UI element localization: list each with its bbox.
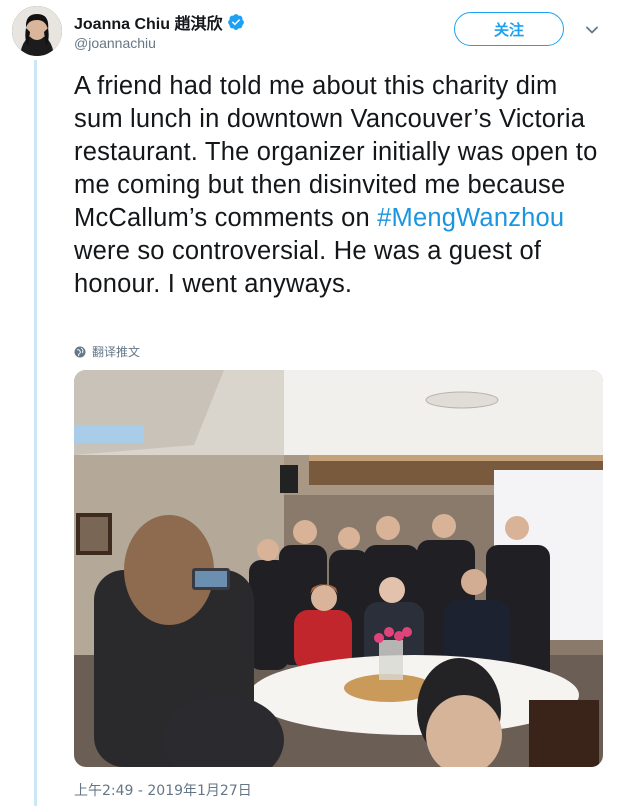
author-handle[interactable]: @joannachiu xyxy=(74,35,156,51)
chevron-down-icon[interactable] xyxy=(584,22,600,38)
translate-label[interactable]: 翻译推文 xyxy=(92,343,140,360)
avatar-image xyxy=(12,6,62,56)
translate-tweet-link[interactable]: 翻译推文 xyxy=(74,343,140,360)
author-name-text[interactable]: Joanna Chiu 趙淇欣 xyxy=(74,10,222,34)
follow-button[interactable]: 关注 xyxy=(454,12,564,46)
tweet-timestamp[interactable]: 上午2:49 - 2019年1月27日 xyxy=(74,780,252,800)
globe-icon xyxy=(74,346,86,357)
verified-badge-icon xyxy=(228,14,245,30)
tweet-text-after: were so controversial. He was a guest of… xyxy=(74,237,542,298)
tweet-text: A friend had told me about this charity … xyxy=(74,70,609,301)
hashtag-link[interactable]: #MengWanzhou xyxy=(377,204,564,232)
thread-line xyxy=(34,60,37,806)
author-name[interactable]: Joanna Chiu 趙淇欣 xyxy=(74,10,245,34)
tweet-photo[interactable] xyxy=(74,370,603,767)
avatar[interactable] xyxy=(12,6,62,56)
event-photo-image xyxy=(74,370,603,767)
